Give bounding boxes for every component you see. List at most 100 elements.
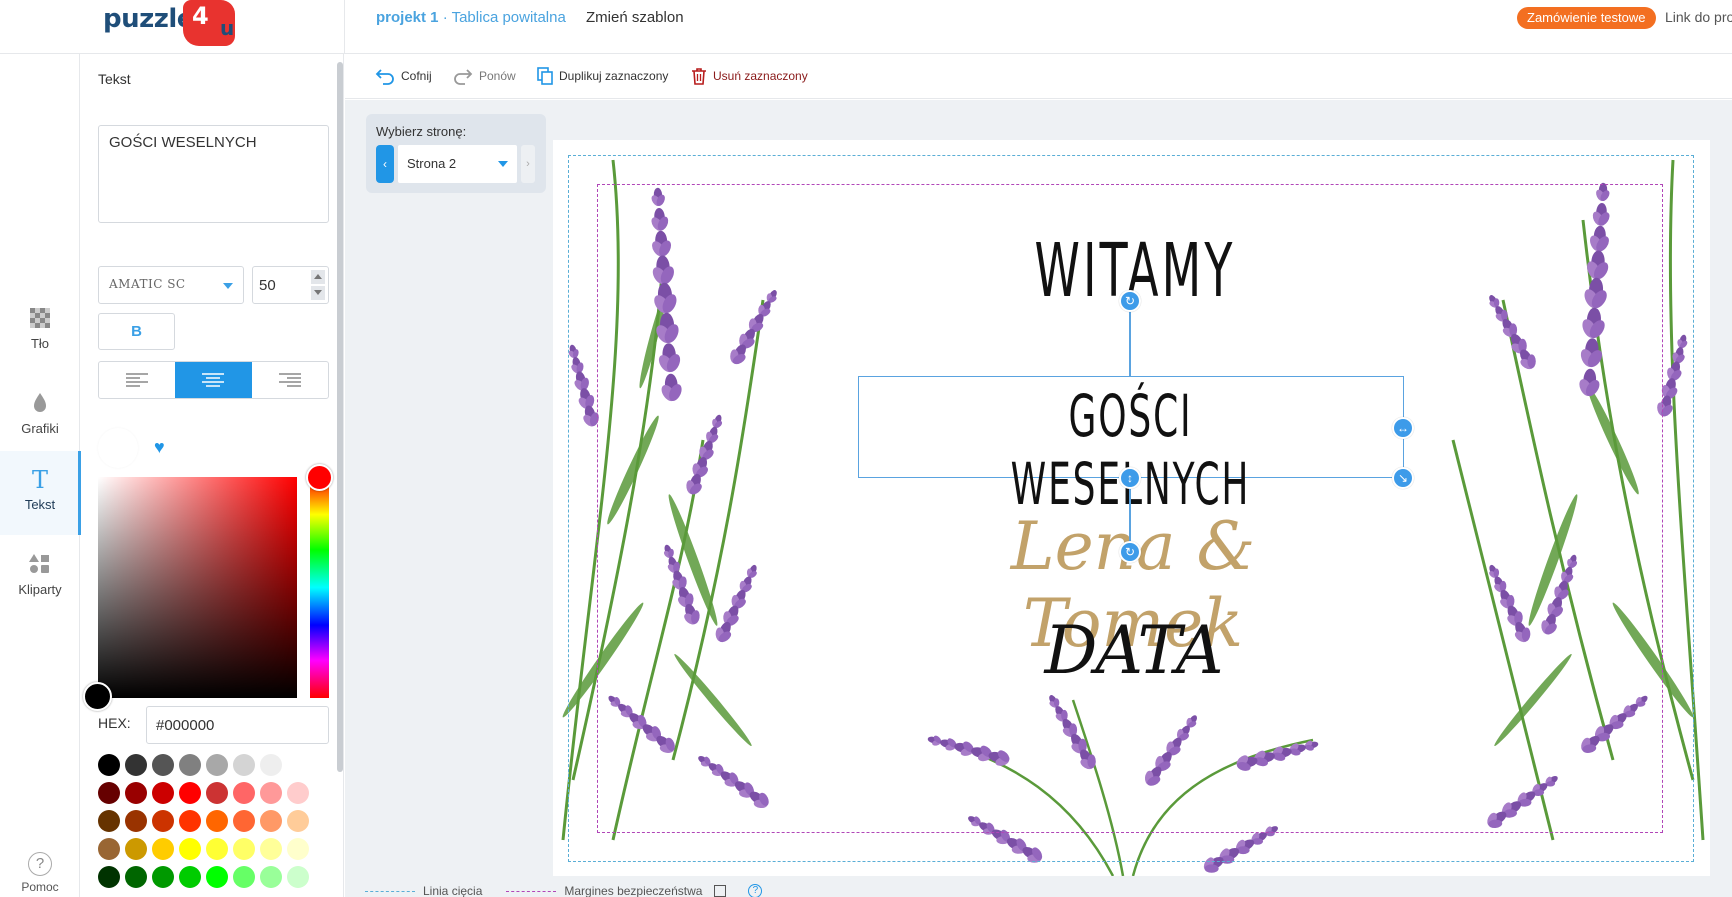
color-swatch[interactable] (98, 866, 120, 888)
font-size-stepper[interactable]: 50 (252, 266, 329, 304)
bold-button[interactable]: B (98, 313, 175, 350)
chevron-down-icon (223, 283, 233, 289)
help-icon[interactable]: ? (748, 884, 763, 897)
color-swatch[interactable] (260, 810, 282, 832)
nav-item-background[interactable]: Tło (0, 290, 80, 374)
redo-icon (454, 69, 473, 85)
test-order-button[interactable]: Zamówienie testowe (1517, 7, 1656, 29)
color-swatch[interactable] (260, 866, 282, 888)
color-swatch[interactable] (287, 782, 309, 804)
color-swatch[interactable] (233, 866, 255, 888)
hex-input[interactable] (146, 706, 329, 744)
color-swatch[interactable] (260, 782, 282, 804)
color-swatch[interactable] (98, 810, 120, 832)
font-select[interactable]: AMATIC SC (98, 266, 244, 304)
nav-label: Kliparty (18, 582, 62, 597)
change-template-link[interactable]: Zmień szablon (586, 9, 684, 26)
color-swatch[interactable] (125, 838, 147, 860)
align-center-button[interactable] (175, 362, 252, 398)
color-swatch[interactable] (206, 866, 228, 888)
safe-margin-checkbox[interactable] (714, 885, 727, 897)
next-page-button[interactable]: › (521, 145, 535, 183)
color-swatch[interactable] (179, 810, 201, 832)
breadcrumb[interactable]: projekt 1 · Tablica powitalna (376, 9, 566, 26)
safe-margin-label: Margines bezpieczeństwa (564, 884, 703, 897)
color-swatch[interactable] (287, 810, 309, 832)
color-swatch[interactable] (125, 782, 147, 804)
left-nav: Tło Grafiki T Tekst Kliparty ? Pomoc (0, 54, 81, 897)
guides-legend: Linia cięcia Margines bezpieczeństwa ? (365, 884, 763, 897)
color-swatch[interactable] (233, 782, 255, 804)
prev-page-button[interactable]: ‹ (376, 145, 394, 183)
hue-slider[interactable] (310, 477, 329, 698)
rotate-handle-icon[interactable]: ↻ (1119, 290, 1141, 312)
color-swatch[interactable] (233, 754, 255, 776)
color-swatch[interactable] (125, 810, 147, 832)
color-swatch[interactable] (98, 782, 120, 804)
top-bar: puzzle 4 u projekt 1 · Tablica powitalna… (0, 0, 1732, 54)
undo-icon (375, 69, 394, 85)
delete-button[interactable]: Usuń zaznaczony (691, 67, 808, 85)
panel-title: Tekst (98, 71, 131, 87)
nav-item-text[interactable]: T Tekst (0, 451, 81, 535)
align-left-button[interactable] (99, 362, 175, 398)
color-swatch[interactable] (152, 782, 174, 804)
color-swatch[interactable] (152, 754, 174, 776)
color-swatch[interactable] (179, 866, 201, 888)
color-swatches (98, 754, 329, 894)
project-link[interactable]: Link do proj (1665, 9, 1732, 25)
color-swatch[interactable] (206, 782, 228, 804)
color-swatch[interactable] (206, 838, 228, 860)
color-picker-handle[interactable] (83, 682, 112, 711)
heart-icon[interactable]: ♥ (154, 437, 165, 458)
nav-item-graphics[interactable]: Grafiki (0, 375, 80, 459)
page-select-value: Strona 2 (407, 156, 457, 171)
nav-label: Tekst (24, 497, 56, 512)
color-swatch[interactable] (179, 838, 201, 860)
color-swatch[interactable] (233, 810, 255, 832)
increment-icon[interactable] (311, 270, 325, 284)
color-swatch[interactable] (125, 754, 147, 776)
color-swatch[interactable] (260, 838, 282, 860)
current-color-swatch[interactable] (98, 428, 138, 468)
align-right-button[interactable] (252, 362, 328, 398)
swatch-row (98, 782, 329, 804)
saturation-value-picker[interactable] (98, 477, 297, 698)
color-swatch[interactable] (179, 754, 201, 776)
rotate-handle-icon[interactable]: ↻ (1119, 541, 1141, 563)
duplicate-button[interactable]: Duplikuj zaznaczony (537, 67, 668, 85)
color-swatch[interactable] (206, 754, 228, 776)
redo-button[interactable]: Ponów (453, 67, 516, 85)
canvas-text-date[interactable]: DATA (960, 612, 1306, 689)
page-picker-label: Wybierz stronę: (376, 124, 467, 139)
hue-handle[interactable] (306, 464, 333, 491)
text-content-field[interactable]: GOŚCI WESELNYCH (98, 125, 329, 223)
color-swatch[interactable] (287, 754, 309, 776)
color-swatch[interactable] (125, 866, 147, 888)
color-swatch[interactable] (98, 838, 120, 860)
duplicate-icon (537, 67, 553, 85)
resize-diagonal-icon[interactable]: ↘ (1392, 467, 1414, 489)
undo-button[interactable]: Cofnij (375, 67, 432, 85)
page-picker: Wybierz stronę: ‹ Strona 2 › (366, 114, 546, 193)
canvas-text-goscie[interactable]: GOŚCI WESELNYCH (962, 382, 1300, 518)
help-button[interactable]: ? Pomoc (0, 852, 80, 894)
nav-item-cliparts[interactable]: Kliparty (0, 536, 80, 620)
page-select[interactable]: Strona 2 (398, 145, 517, 183)
resize-horizontal-icon[interactable]: ↔ (1392, 417, 1414, 439)
color-swatch[interactable] (152, 810, 174, 832)
color-swatch[interactable] (152, 866, 174, 888)
color-swatch[interactable] (179, 782, 201, 804)
logo[interactable]: puzzle 4 u (103, 0, 243, 48)
color-swatch[interactable] (152, 838, 174, 860)
panel-scrollbar[interactable] (337, 62, 343, 772)
color-swatch[interactable] (206, 810, 228, 832)
decrement-icon[interactable] (311, 286, 325, 300)
color-swatch[interactable] (287, 866, 309, 888)
color-swatch[interactable] (233, 838, 255, 860)
project-name[interactable]: projekt 1 (376, 9, 439, 26)
color-swatch[interactable] (287, 838, 309, 860)
color-swatch[interactable] (98, 754, 120, 776)
color-swatch[interactable] (260, 754, 282, 776)
resize-vertical-icon[interactable]: ↕ (1119, 467, 1141, 489)
